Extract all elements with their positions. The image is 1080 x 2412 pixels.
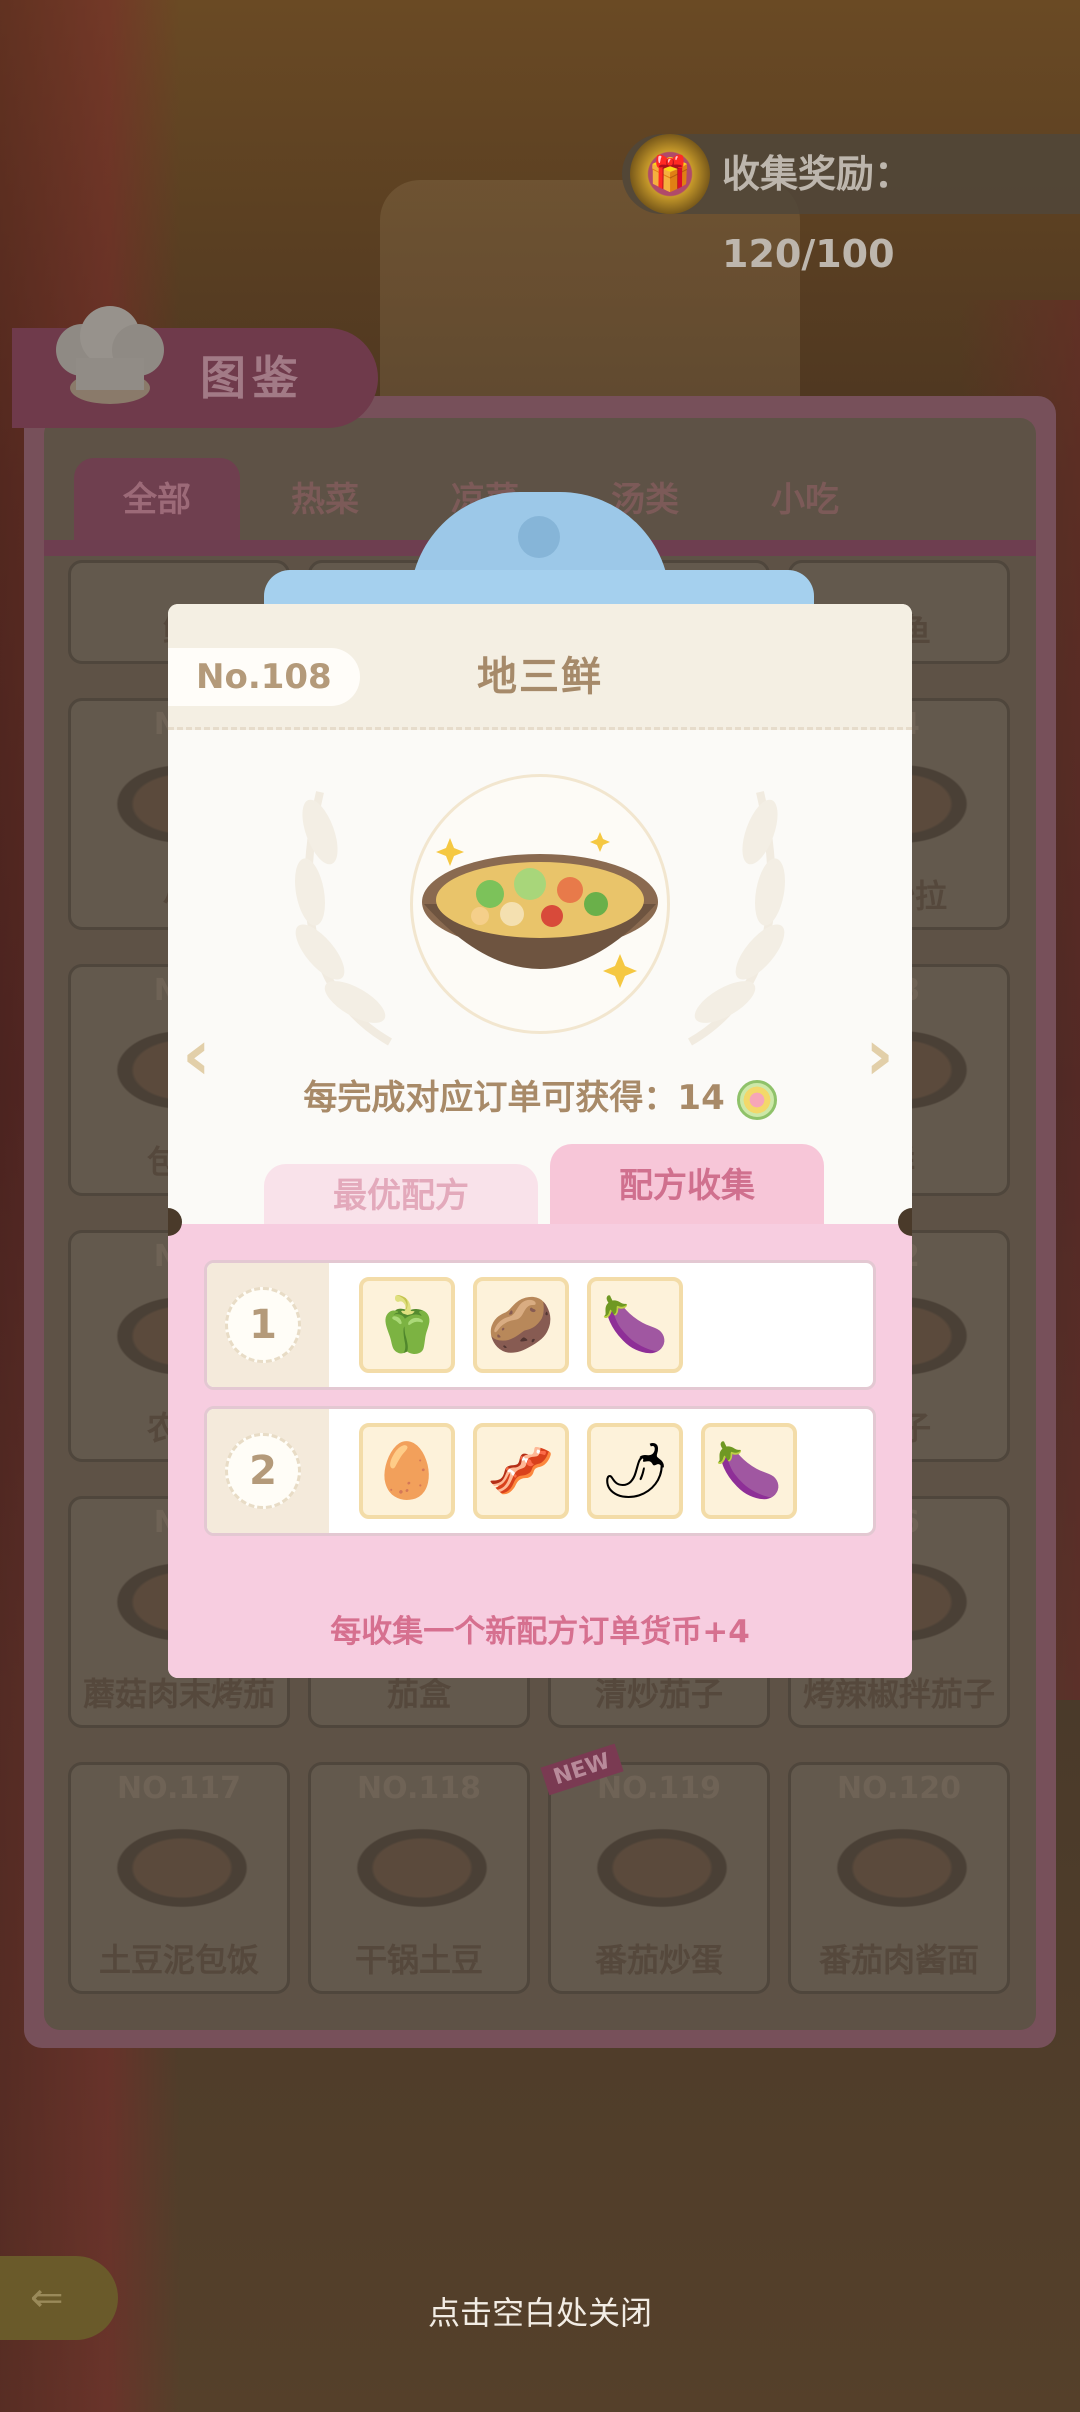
encyclopedia-title: 图鉴 xyxy=(200,351,304,405)
dish-card-image xyxy=(107,1823,257,1913)
dish-card-name: 土豆泥包饭 xyxy=(98,1941,259,1979)
tab-snacks[interactable]: 小吃 xyxy=(730,458,880,542)
dish-card-image xyxy=(827,1823,977,1913)
recipe-row: 2 🥚 🥓 🌶 🍆 xyxy=(204,1406,876,1536)
dish-card-number: NO.120 xyxy=(837,1771,961,1806)
tab-all[interactable]: 全部 xyxy=(74,458,240,542)
recipe-number: 2 xyxy=(225,1433,301,1509)
dish-card-image xyxy=(587,1823,737,1913)
recipe-row: 1 🫑 🥔 🍆 xyxy=(204,1260,876,1390)
dish-title: 地三鲜 xyxy=(477,654,603,700)
dish-card[interactable]: NO.119 番茄炒蛋 NEW xyxy=(540,1743,770,1994)
di-san-xian-dish-image xyxy=(422,832,658,988)
eggs-icon: 🥚 xyxy=(359,1423,455,1519)
coin-icon xyxy=(736,1079,777,1120)
recipe-detail-modal: No.108 地三鲜 ‹ › 每完成对应订单可获得：14 最优配方 配方收集 1… xyxy=(168,604,912,1678)
dish-card-number: NO.117 xyxy=(117,1771,241,1806)
dish-card-number: NO.118 xyxy=(357,1771,481,1806)
eggplant-icon: 🍆 xyxy=(587,1277,683,1373)
laurel-left-icon xyxy=(295,791,392,1046)
green-pepper-icon: 🫑 xyxy=(359,1277,455,1373)
gift-icon: 🎁 xyxy=(630,134,710,214)
dish-card-name: 干锅土豆 xyxy=(354,1941,483,1979)
dish-card-name: 番茄肉酱面 xyxy=(818,1941,979,1979)
tab-best-recipe[interactable]: 最优配方 xyxy=(264,1164,538,1228)
chef-hat-icon xyxy=(56,306,164,404)
pork-icon: 🥓 xyxy=(473,1423,569,1519)
dish-card-name: 番茄炒蛋 xyxy=(594,1941,723,1979)
recipe-number: 1 xyxy=(225,1287,301,1363)
chili-icon: 🌶 xyxy=(587,1423,683,1519)
tab-recipe-collection[interactable]: 配方收集 xyxy=(550,1144,824,1228)
order-reward-text: 每完成对应订单可获得：14 xyxy=(303,1078,725,1118)
tab-hot-dishes[interactable]: 热菜 xyxy=(250,458,400,542)
dish-card[interactable]: NO.118 干锅土豆 xyxy=(308,1762,530,1994)
close-hint[interactable]: 点击空白处关闭 xyxy=(0,2288,1080,2334)
potato-icon: 🥔 xyxy=(473,1277,569,1373)
collection-reward-label: 收集奖励：120/100 xyxy=(722,152,913,276)
collection-bonus-note: 每收集一个新配方订单货币+4 xyxy=(330,1614,750,1650)
clipboard-clip-hole xyxy=(518,516,560,558)
dish-card-image xyxy=(347,1823,497,1913)
dish-card[interactable]: NO.120 番茄肉酱面 xyxy=(788,1762,1010,1994)
order-reward-line: 每完成对应订单可获得：14 xyxy=(168,1070,912,1120)
laurel-right-icon xyxy=(688,791,785,1046)
eggplant-icon: 🍆 xyxy=(701,1423,797,1519)
collection-reward-bar[interactable]: 🎁 收集奖励：120/100 xyxy=(622,134,1080,276)
dish-card[interactable]: NO.117 土豆泥包饭 xyxy=(68,1762,290,1994)
